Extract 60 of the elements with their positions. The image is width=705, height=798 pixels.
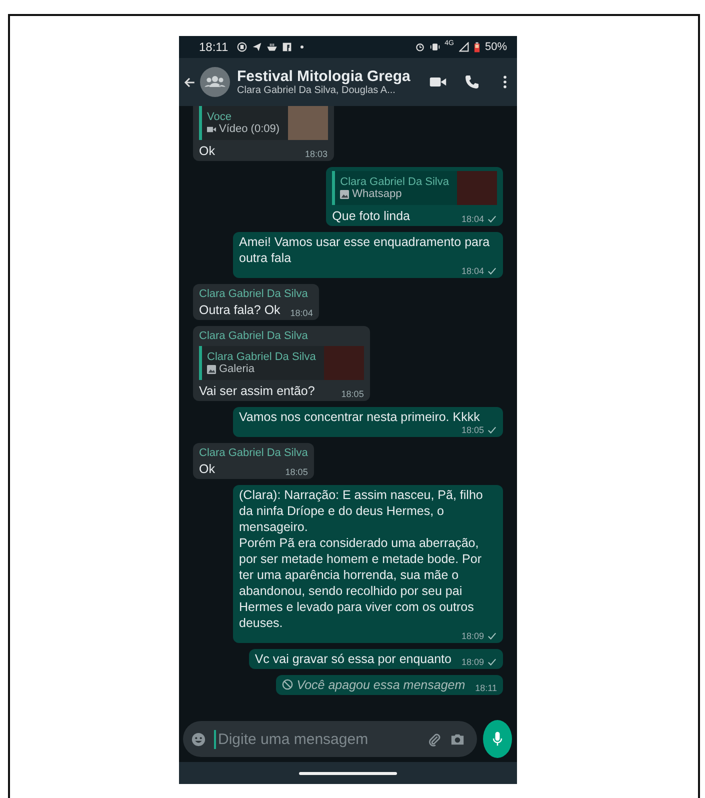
message-time: 18:11 — [475, 683, 497, 693]
message-time: 18:03 — [305, 149, 328, 159]
message-time: 18:05 — [341, 389, 364, 399]
sender-name: Clara Gabriel Da Silva — [199, 446, 308, 461]
quoted-message[interactable]: Clara Gabriel Da Silva Whatsapp — [332, 171, 497, 205]
message-text: Vamos nos concentrar nesta primeiro. Kkkk — [239, 409, 480, 425]
message-text: Vai ser assim então? — [199, 383, 315, 399]
sender-name: Clara Gabriel Da Silva — [199, 329, 309, 344]
vibrate-icon — [430, 42, 440, 52]
phone-call-icon[interactable] — [463, 74, 481, 90]
quoted-sender: Voce — [207, 111, 232, 123]
message-text: Amei! Vamos usar esse enquadramento para outra fala — [239, 234, 491, 266]
quoted-message[interactable]: Voce Vídeo (0:09) — [199, 106, 328, 140]
back-arrow-icon[interactable] — [183, 76, 196, 88]
chat-members: Clara Gabriel Da Silva, Douglas A... — [237, 85, 396, 96]
image-icon — [340, 190, 350, 198]
paperclip-icon[interactable] — [427, 732, 442, 746]
photo-placeholder — [457, 171, 497, 205]
image-icon — [207, 364, 216, 374]
message-composer-field[interactable]: Digite uma mensagem — [183, 721, 477, 757]
quoted-message[interactable]: Clara Gabriel Da Silva Galeria — [199, 346, 364, 380]
quoted-label: Whatsapp — [352, 188, 402, 200]
home-indicator[interactable] — [299, 772, 397, 774]
message-time: 18:04 — [461, 266, 484, 276]
signal-icon — [458, 42, 469, 52]
quoted-sender: Clara Gabriel Da Silva — [340, 176, 449, 188]
battery-icon — [474, 42, 480, 52]
quoted-sender: Clara Gabriel Da Silva — [207, 351, 316, 363]
message-text: Ok — [199, 461, 215, 477]
message-text: Você apagou essa mensagem — [296, 677, 466, 693]
photo-placeholder — [324, 346, 364, 380]
sender-name: Clara Gabriel Da Silva — [199, 287, 309, 302]
video-thumbnail-placeholder — [288, 106, 328, 140]
message-text: Que foto linda — [332, 208, 410, 224]
message-text: Outra fala? Ok — [199, 302, 280, 318]
quoted-label: Vídeo (0:09) — [219, 123, 280, 135]
status-time: 18:11 — [199, 40, 228, 54]
message-text: Vc vai gravar só essa por enquanto — [254, 651, 452, 667]
message-time: 18:04 — [290, 308, 313, 318]
group-avatar-icon[interactable] — [200, 67, 230, 97]
message-text: Ok — [199, 143, 215, 159]
battery-percent: 50% — [484, 41, 507, 53]
message-text: (Clara): Narração: E assim nasceu, Pã, filho da ninfa Dríope e do deus Hermes, o mensageiro. Porém Pã era considerado uma aberração, por ser metade homem e metade bode. Por ter uma aparência horrenda, sua mãe o abandonou, sendo recolhido por seu pai Hermes e levado para viver com os outros deuses. — [239, 487, 484, 631]
microphone-icon — [492, 731, 503, 747]
video-icon — [207, 124, 216, 134]
microphone-button[interactable] — [483, 720, 512, 758]
camera-icon[interactable] — [450, 732, 465, 746]
message-time: 18:04 — [461, 214, 484, 224]
message-time: 18:05 — [285, 467, 308, 477]
paper-plane-icon — [252, 42, 262, 52]
more-options-icon[interactable] — [503, 75, 507, 89]
alarm-icon — [414, 42, 425, 52]
message-time: 18:05 — [461, 425, 484, 435]
emoji-icon[interactable] — [191, 732, 206, 746]
message-time: 18:09 — [461, 631, 484, 641]
chat-title[interactable]: Festival Mitologia Grega — [237, 68, 413, 85]
message-time: 18:09 — [461, 657, 484, 667]
blocked-icon — [282, 679, 293, 690]
dot-icon — [300, 45, 304, 49]
quoted-label: Galeria — [219, 363, 254, 375]
